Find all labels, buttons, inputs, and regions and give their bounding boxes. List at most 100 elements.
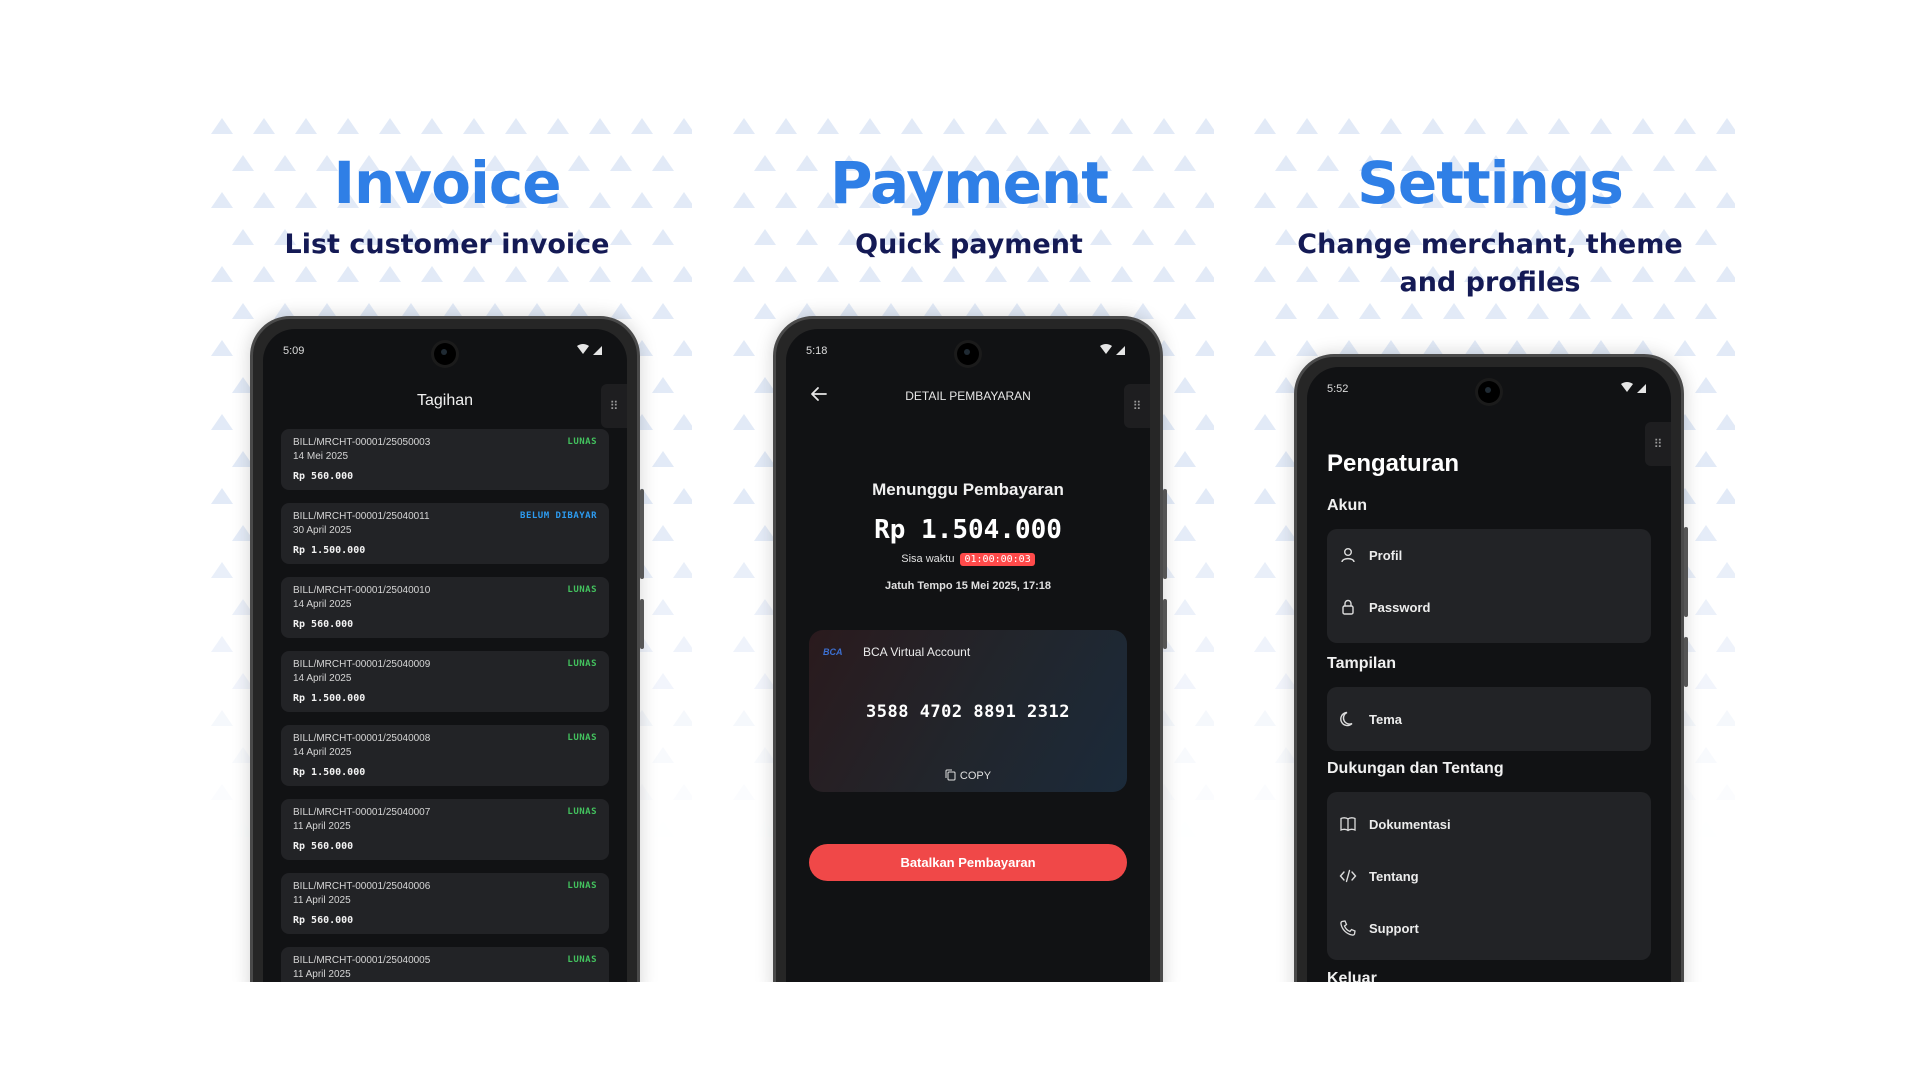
va-number: 3588 4702 8891 2312 (866, 702, 1070, 722)
panel-subtitle: Change merchant, theme and profiles (1297, 229, 1683, 298)
remaining-time-row: Sisa waktu 01:00:00:03 (786, 553, 1150, 566)
bill-amount: Rp 560.000 (293, 915, 354, 926)
due-date: Jatuh Tempo 15 Mei 2025, 17:18 (884, 580, 1052, 592)
phone-frame: 5:18 ⠿ DETAIL PEMBAYARAN Menunggu Pembay… (773, 316, 1167, 982)
cancel-payment-button[interactable]: Batalkan Pembayaran (809, 844, 1127, 881)
settings-screen: 5:52 ⠿ Pengaturan Akun Profil Password T… (1307, 367, 1671, 982)
power-button (1684, 527, 1688, 617)
wifi-signal-icon (577, 344, 602, 355)
page-title: Pengaturan (1327, 450, 1460, 477)
bill-date: 14 April 2025 (293, 673, 352, 684)
panel-title: Invoice (333, 149, 561, 217)
bill-card[interactable]: BILL/MRCHT-00001/25040005 11 April 2025 LU… (281, 947, 609, 982)
status-badge: LUNAS (567, 437, 597, 447)
display-card: Tema (1327, 687, 1651, 751)
bill-id: BILL/MRCHT-00001/25040009 (293, 659, 431, 670)
bill-date: 30 April 2025 (293, 525, 352, 536)
virtual-account-card: BCA BCA Virtual Account 3588 4702 8891 2… (809, 630, 1127, 792)
camera-notch (957, 343, 979, 365)
bill-id: BILL/MRCHT-00001/25040010 (293, 585, 431, 596)
countdown-badge: 01:00:00:03 (960, 553, 1035, 566)
bill-card[interactable]: BILL/MRCHT-00001/25040009 14 April 2025 Rp… (281, 651, 609, 712)
status-time: 5:18 (806, 345, 828, 357)
grip-icon: ⠿ (1653, 437, 1663, 451)
volume-button (1163, 599, 1167, 649)
bill-id: BILL/MRCHT-00001/25040008 (293, 733, 431, 744)
status-badge: BELUM DIBAYAR (520, 511, 597, 521)
settings-item-label: Support (1369, 920, 1419, 936)
status-badge: LUNAS (567, 807, 597, 817)
section-account: Akun (1327, 497, 1367, 514)
bill-id: BILL/MRCHT-00001/25040007 (293, 807, 431, 818)
bill-card[interactable]: BILL/MRCHT-00001/25050003 14 Mei 2025 Rp 5… (281, 429, 609, 490)
volume-button (640, 599, 644, 649)
bank-logo: BCA (823, 647, 843, 657)
settings-item-label: Tema (1369, 711, 1402, 727)
bill-date: 11 April 2025 (293, 969, 351, 980)
wifi-signal-icon (1100, 344, 1125, 355)
drag-handle[interactable]: ⠿ (1645, 422, 1671, 466)
power-button (640, 489, 644, 579)
settings-item-label: Dokumentasi (1369, 816, 1451, 832)
volume-button (1684, 637, 1688, 687)
bill-date: 11 April 2025 (293, 821, 351, 832)
settings-item-label: Password (1369, 599, 1431, 615)
camera-notch (434, 343, 456, 365)
payment-amount: Rp 1.504.000 (874, 515, 1062, 545)
panel-payment: Payment Quick payment 5:18 ⠿ DETAIL PEMB… (724, 108, 1214, 982)
bill-date: 14 April 2025 (293, 747, 352, 758)
bill-id: BILL/MRCHT-00001/25040006 (293, 881, 431, 892)
user-icon (1341, 548, 1355, 563)
camera-notch (1478, 381, 1500, 403)
status-badge: LUNAS (567, 659, 597, 669)
phone-frame: 5:09 ⠿ Tagihan BILL/MRCHT-00001/25050003… (250, 316, 644, 982)
bill-card[interactable]: BILL/MRCHT-00001/25040007 11 April 2025 Rp… (281, 799, 609, 860)
bill-date: 14 Mei 2025 (293, 451, 349, 462)
bill-id: BILL/MRCHT-00001/25040011 (293, 511, 430, 522)
bill-card[interactable]: BILL/MRCHT-00001/25040008 14 April 2025 Rp… (281, 725, 609, 786)
lock-icon (1342, 599, 1354, 615)
settings-item-password[interactable]: Password (1339, 587, 1639, 627)
phone-frame: 5:52 ⠿ Pengaturan Akun Profil Password T… (1294, 354, 1688, 982)
bill-date: 11 April 2025 (293, 895, 351, 906)
support-card: Dokumentasi Tentang Support (1327, 792, 1651, 960)
bill-amount: Rp 1.500.000 (293, 545, 366, 556)
panel-settings: Settings Change merchant, theme and prof… (1245, 108, 1735, 982)
bill-amount: Rp 1.500.000 (293, 693, 366, 704)
section-display: Tampilan (1327, 655, 1397, 672)
status-badge: LUNAS (567, 733, 597, 743)
settings-item-label: Tentang (1369, 868, 1419, 884)
bill-date: 14 April 2025 (293, 599, 352, 610)
status-time: 5:52 (1327, 383, 1349, 395)
status-badge: LUNAS (567, 585, 597, 595)
bill-amount: Rp 560.000 (293, 471, 354, 482)
invoice-screen: 5:09 ⠿ Tagihan BILL/MRCHT-00001/25050003… (263, 329, 627, 982)
copy-button[interactable]: COPY (809, 769, 1127, 782)
payment-status: Menunggu Pembayaran (872, 480, 1064, 499)
bill-amount: Rp 560.000 (293, 619, 354, 630)
section-support: Dukungan dan Tentang (1327, 760, 1504, 777)
bill-id: BILL/MRCHT-00001/25050003 (293, 437, 431, 448)
settings-item-support[interactable]: Support (1339, 908, 1639, 948)
panel-title: Settings (1357, 149, 1624, 217)
payment-screen: 5:18 ⠿ DETAIL PEMBAYARAN Menunggu Pembay… (786, 329, 1150, 982)
book-icon (1340, 817, 1356, 832)
bill-card[interactable]: BILL/MRCHT-00001/25040011 30 April 2025 Rp… (281, 503, 609, 564)
panel-invoice: Invoice List customer invoice 5:09 ⠿ Tag… (202, 108, 692, 982)
panel-title: Payment (830, 149, 1109, 217)
bill-card[interactable]: BILL/MRCHT-00001/25040010 14 April 2025 Rp… (281, 577, 609, 638)
settings-item-theme[interactable]: Tema (1339, 699, 1639, 739)
account-card: Profil Password (1327, 529, 1651, 643)
bill-id: BILL/MRCHT-00001/25040005 (293, 955, 431, 966)
status-badge: LUNAS (567, 881, 597, 891)
settings-item-about[interactable]: Tentang (1339, 856, 1639, 896)
bill-amount: Rp 560.000 (293, 841, 354, 852)
page-title: DETAIL PEMBAYARAN (905, 389, 1031, 403)
page-title: Tagihan (416, 392, 474, 409)
copy-icon (945, 769, 956, 781)
settings-item-docs[interactable]: Dokumentasi (1339, 804, 1639, 844)
settings-item-profile[interactable]: Profil (1339, 535, 1639, 575)
section-logout: Keluar (1327, 970, 1377, 982)
bill-card[interactable]: BILL/MRCHT-00001/25040006 11 April 2025 Rp… (281, 873, 609, 934)
code-icon (1339, 869, 1357, 883)
